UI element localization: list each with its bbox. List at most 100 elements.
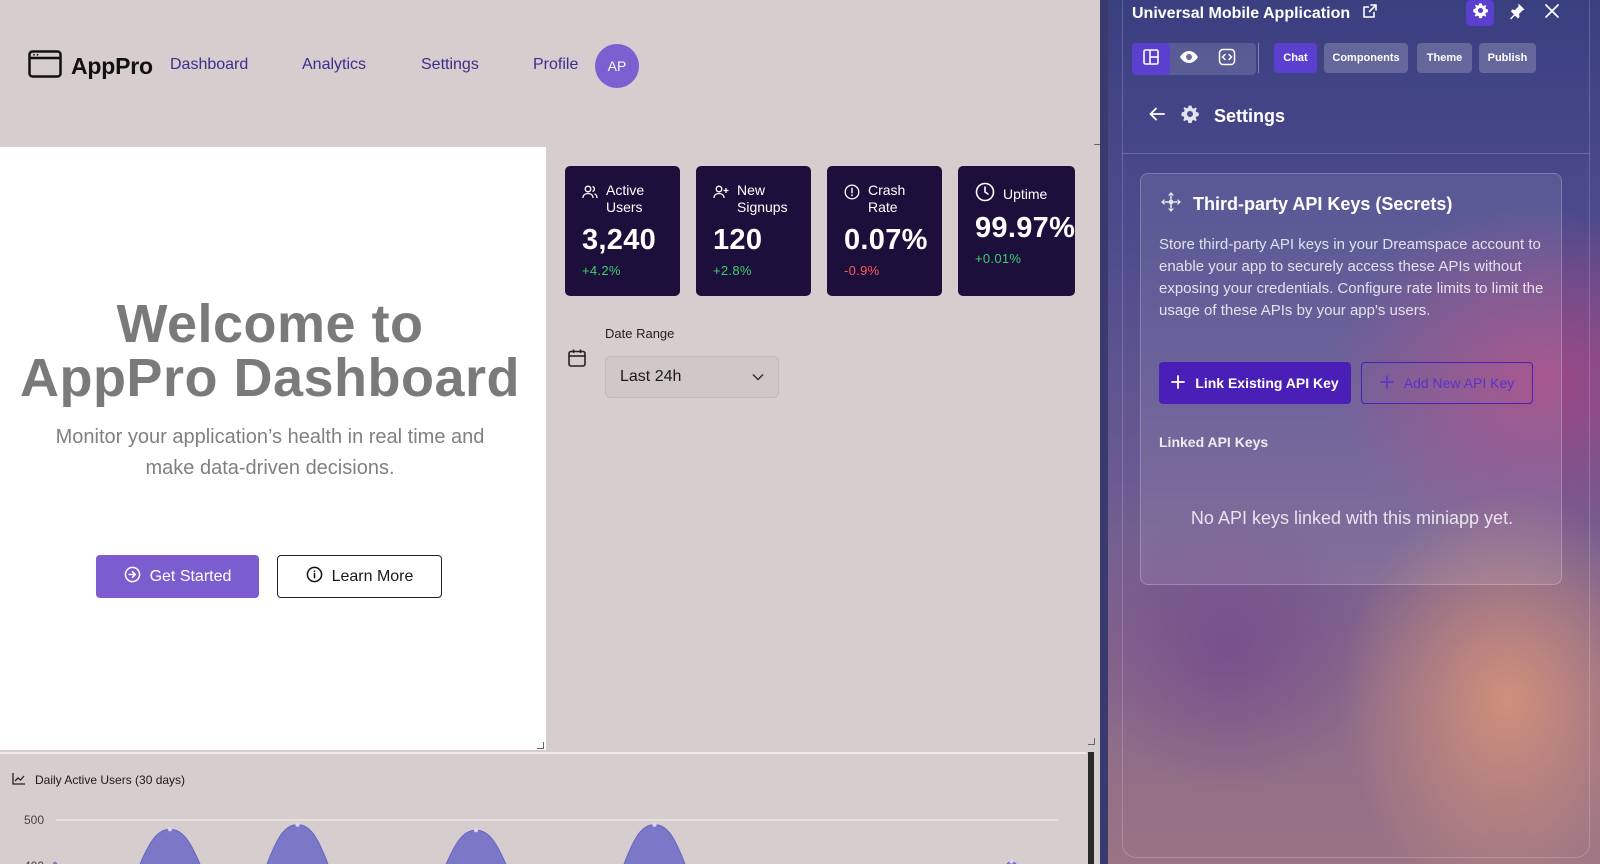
chart-point[interactable] (652, 822, 657, 827)
layout-view-button[interactable] (1132, 43, 1170, 75)
close-icon[interactable] (1544, 2, 1560, 25)
metric-card-uptime[interactable]: Uptime 99.97% +0.01% (958, 166, 1075, 296)
chart-title: Daily Active Users (30 days) (12, 772, 185, 788)
dau-chart: 500 400 (24, 813, 1058, 864)
settings-button[interactable] (1466, 0, 1494, 26)
hero-section: Welcome to AppPro Dashboard Monitor your… (0, 147, 546, 750)
metric-delta: +2.8% (713, 263, 752, 278)
metric-delta: -0.9% (844, 263, 880, 278)
metric-card-active-users[interactable]: Active Users 3,240 +4.2% (565, 166, 680, 296)
chart-area-peak (445, 829, 507, 864)
nav-dashboard[interactable]: Dashboard (170, 56, 248, 74)
external-link-icon[interactable] (1362, 3, 1378, 24)
tab-publish[interactable]: Publish (1479, 43, 1536, 73)
nav-analytics[interactable]: Analytics (302, 56, 366, 74)
chart-area-peak (623, 824, 686, 864)
metric-delta: +0.01% (975, 251, 1022, 266)
api-keys-title-text: Third-party API Keys (Secrets) (1193, 194, 1453, 214)
avatar[interactable]: AP (595, 44, 639, 88)
pin-icon[interactable] (1508, 2, 1526, 25)
nav-profile[interactable]: Profile (533, 56, 578, 74)
side-panel: Universal Mobile Application Chat Compon… (1108, 0, 1600, 864)
users-icon (582, 184, 598, 204)
brand[interactable]: AppPro (28, 50, 153, 83)
panel-title: Universal Mobile Application (1132, 3, 1378, 24)
chart-area-peak (139, 828, 201, 864)
api-keys-title: Third-party API Keys (Secrets) (1159, 190, 1452, 219)
add-new-label: Add New API Key (1403, 375, 1515, 391)
chart-point[interactable] (167, 827, 173, 832)
metric-delta: +4.2% (582, 263, 621, 278)
metric-value: 0.07% (844, 224, 928, 256)
chart-panel: 500 400 Daily Active Users (30 days) (0, 752, 1086, 864)
preview-button[interactable] (1170, 43, 1208, 75)
metric-value: 3,240 (582, 224, 657, 256)
gear-icon (1472, 2, 1489, 24)
y-tick-400: 400 (24, 859, 44, 864)
chart-title-text: Daily Active Users (30 days) (35, 773, 186, 787)
hero-title-line2: AppPro Dashboard (19, 348, 521, 408)
chart-area-peak (266, 824, 329, 864)
date-range-value: Last 24h (620, 368, 682, 385)
tab-components[interactable]: Components (1324, 43, 1408, 73)
chevron-down-icon (752, 368, 764, 386)
view-toggle-group (1132, 43, 1256, 75)
plus-icon (1171, 374, 1186, 392)
settings-title: Settings (1214, 106, 1286, 126)
code-view-button[interactable] (1208, 43, 1246, 75)
resize-handle[interactable] (537, 742, 544, 749)
metric-label: Crash (868, 182, 906, 198)
linked-api-keys-label: Linked API Keys (1159, 434, 1269, 450)
tab-theme[interactable]: Theme (1417, 43, 1472, 73)
y-tick-500: 500 (24, 813, 44, 827)
date-range-select[interactable]: Last 24h (605, 356, 779, 398)
metric-card-crash-rate[interactable]: Crash Rate 0.07% -0.9% (827, 166, 942, 296)
metric-label: Active (606, 182, 645, 198)
metric-label: Signups (737, 199, 788, 215)
get-started-label: Get Started (149, 567, 232, 585)
link-existing-label: Link Existing API Key (1195, 375, 1339, 391)
metrics-panel: Active Users 3,240 +4.2% New Signups 120 +… (547, 148, 1097, 748)
eye-icon (1179, 50, 1199, 69)
link-existing-api-key-button[interactable]: Link Existing API Key (1159, 362, 1351, 404)
clock-icon (975, 182, 995, 206)
toolbar-divider (1258, 43, 1259, 73)
hero-title-line1: Welcome to (116, 294, 424, 354)
chart-point[interactable] (473, 827, 479, 833)
chart-point[interactable] (295, 822, 300, 827)
gear-icon (1180, 104, 1200, 129)
hero-title: Welcome to AppPro Dashboard (0, 297, 540, 405)
line-chart-icon (12, 772, 26, 788)
chart-scrollbar[interactable] (1088, 752, 1094, 864)
chart-point[interactable] (1009, 859, 1014, 864)
layout-icon (1142, 48, 1160, 71)
browser-window-icon (28, 50, 62, 83)
resize-handle[interactable] (1088, 738, 1095, 745)
metric-value: 99.97% (975, 212, 1075, 244)
user-plus-icon (713, 184, 729, 204)
back-arrow-icon[interactable] (1148, 106, 1166, 127)
get-started-button[interactable]: Get Started (96, 555, 259, 598)
api-keys-card: Third-party API Keys (Secrets) Store thi… (1140, 173, 1562, 585)
nav-settings[interactable]: Settings (421, 56, 479, 74)
top-navigation: AppPro Dashboard Analytics Settings Prof… (0, 0, 1100, 146)
api-keys-description: Store third-party API keys in your Dream… (1159, 236, 1544, 319)
panel-title-text: Universal Mobile Application (1132, 4, 1351, 22)
panel-divider[interactable] (1100, 0, 1108, 864)
date-range-label: Date Range (605, 326, 675, 341)
code-icon (1218, 48, 1236, 71)
learn-more-label: Learn More (331, 567, 414, 585)
learn-more-button[interactable]: Learn More (277, 555, 442, 598)
arrow-circle-icon (124, 566, 141, 588)
app-preview: AppPro Dashboard Analytics Settings Prof… (0, 0, 1100, 864)
brand-name: AppPro (71, 53, 153, 79)
move-arrows-icon (1159, 190, 1183, 219)
metric-label: Users (606, 199, 643, 215)
add-new-api-key-button[interactable]: Add New API Key (1361, 362, 1533, 404)
metric-card-new-signups[interactable]: New Signups 120 +2.8% (696, 166, 811, 296)
metric-value: 120 (713, 224, 763, 256)
calendar-icon (567, 348, 587, 373)
plus-icon (1379, 374, 1394, 392)
tab-chat[interactable]: Chat (1274, 43, 1317, 73)
metric-label: New (737, 182, 766, 198)
